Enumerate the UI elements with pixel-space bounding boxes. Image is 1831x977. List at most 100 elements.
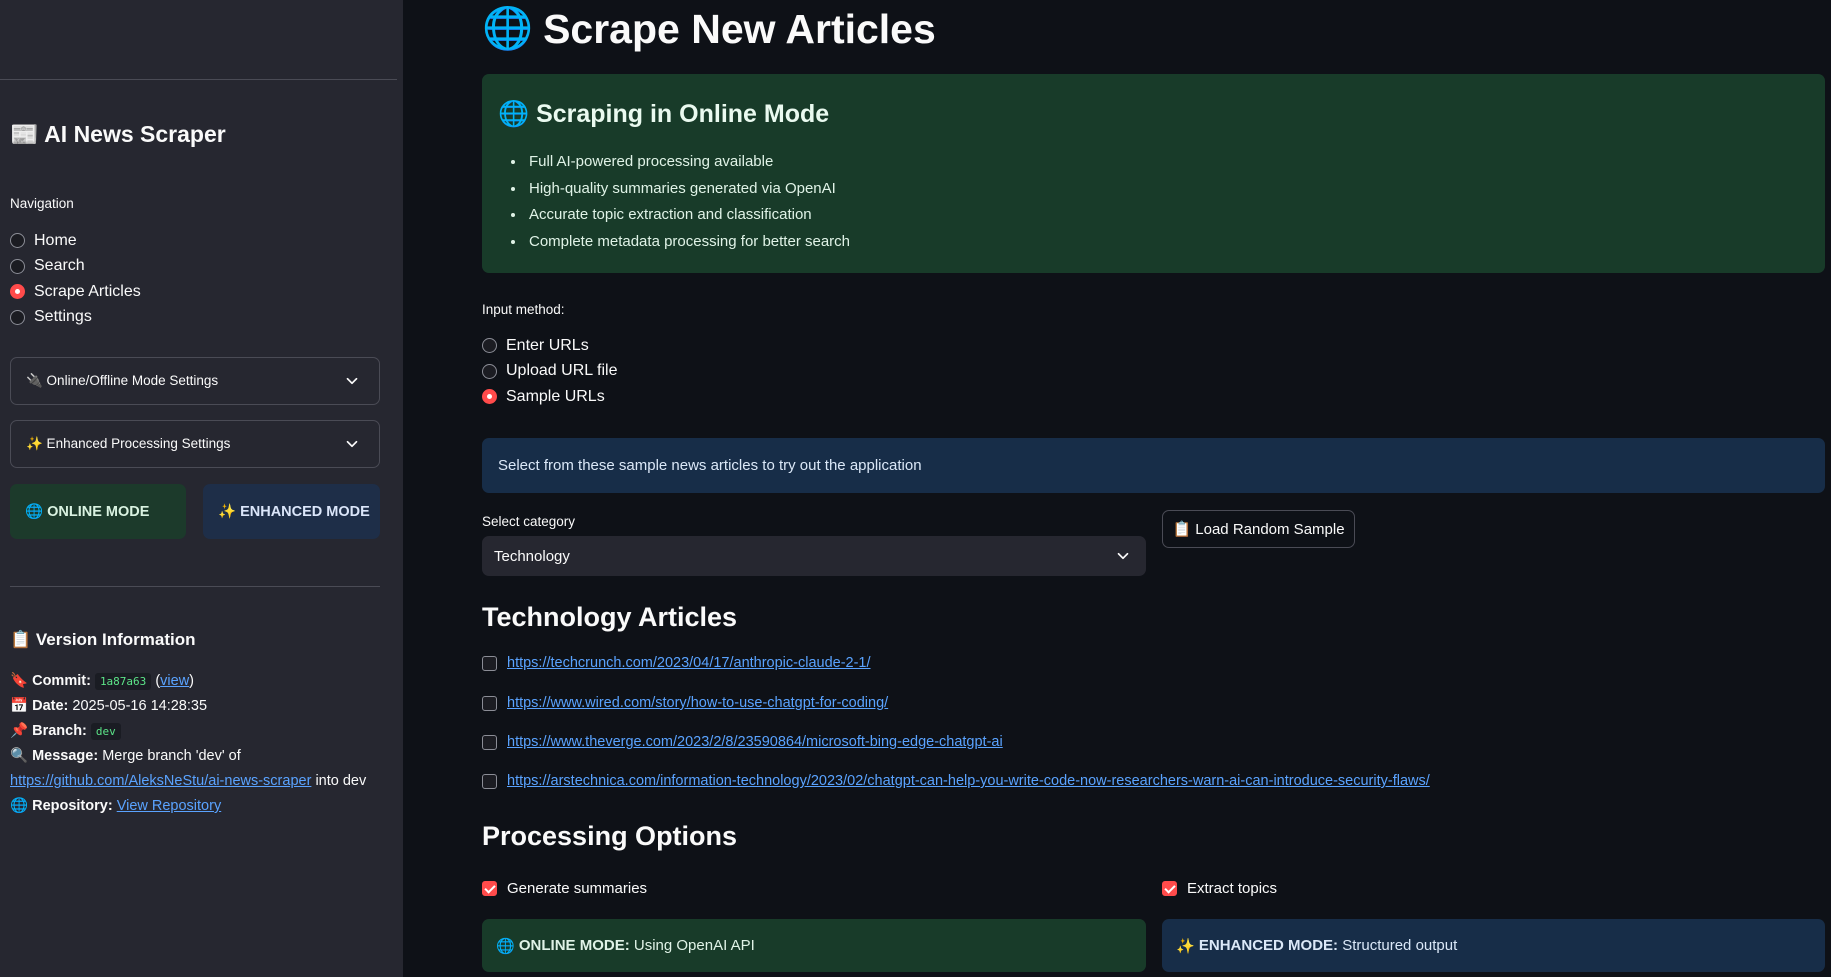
date-row: 📅 Date: 2025-05-16 14:28:35 [10, 694, 400, 719]
article-link[interactable]: https://techcrunch.com/2023/04/17/anthro… [507, 655, 871, 671]
article-link[interactable]: https://www.wired.com/story/how-to-use-c… [507, 695, 888, 711]
version-info-title: 📋 Version Information [10, 630, 196, 649]
input-method-sample-urls[interactable]: Sample URLs [482, 384, 617, 410]
radio-selected-icon [482, 389, 497, 405]
article-link[interactable]: https://www.theverge.com/2023/2/8/235908… [507, 734, 1003, 750]
page-title-text: Scrape New Articles [543, 5, 936, 52]
message-repo-link[interactable]: https://github.com/AleksNeStu/ai-news-sc… [10, 773, 311, 789]
status-label: ENHANCED MODE: [1198, 937, 1339, 954]
nav-item-label: Scrape Articles [34, 282, 141, 300]
pushpin-icon: 📌 [10, 723, 29, 739]
extract-topics-checkbox[interactable]: Extract topics [1162, 880, 1277, 897]
page-title: 🌐 Scrape New Articles [482, 5, 936, 53]
message-value: Merge branch 'dev' of [102, 748, 241, 764]
online-mode-heading: 🌐 Scraping in Online Mode [498, 100, 830, 128]
category-label: Select category [482, 514, 576, 529]
enhanced-processing-settings-expander[interactable]: ✨ Enhanced Processing Settings [10, 420, 380, 468]
online-mode-status: 🌐 ONLINE MODE: Using OpenAI API [482, 919, 1146, 972]
input-method-label: Input method: [482, 302, 565, 317]
date-label: Date: [32, 698, 69, 714]
enhanced-mode-status: ✨ ENHANCED MODE: Structured output [1162, 919, 1825, 972]
commit-row: 🔖 Commit: 1a87a63 (view) [10, 673, 195, 690]
input-method-upload-url-file[interactable]: Upload URL file [482, 359, 617, 385]
article-link[interactable]: https://arstechnica.com/information-tech… [507, 773, 1430, 789]
branch-label: Branch: [32, 723, 87, 739]
nav-item-search[interactable]: Search [10, 254, 141, 280]
chevron-down-icon [346, 377, 358, 385]
article-checkbox-row[interactable]: https://techcrunch.com/2023/04/17/anthro… [482, 655, 871, 671]
globe-icon: 🌐 [496, 937, 515, 955]
nav-item-label: Search [34, 257, 85, 275]
online-mode-bullets: Full AI-powered processing available Hig… [526, 152, 850, 258]
online-mode-badge: 🌐 ONLINE MODE [10, 484, 186, 539]
checkbox-icon [482, 695, 497, 711]
bookmark-icon: 🔖 [10, 673, 29, 689]
globe-icon: 🌐 [482, 5, 534, 51]
article-checkbox-row[interactable]: https://arstechnica.com/information-tech… [482, 773, 1430, 789]
sidebar: 📰 AI News Scraper Navigation Home Search… [0, 0, 403, 977]
article-checkbox-row[interactable]: https://www.wired.com/story/how-to-use-c… [482, 695, 888, 711]
bullet-item: High-quality summaries generated via Ope… [526, 179, 850, 206]
radio-label: Upload URL file [506, 362, 618, 380]
repository-row: 🌐 Repository: View Repository [10, 794, 400, 819]
globe-icon: 🌐 [10, 798, 29, 814]
radio-icon [10, 233, 25, 249]
nav-item-label: Home [34, 231, 77, 249]
sidebar-title: 📰 AI News Scraper [10, 121, 226, 147]
radio-selected-icon [10, 284, 25, 300]
view-repository-link[interactable]: View Repository [117, 798, 222, 814]
status-text: Using OpenAI API [633, 937, 755, 954]
category-selected-value: Technology [494, 547, 570, 565]
navigation-label: Navigation [10, 196, 74, 211]
commit-hash: 1a87a63 [94, 673, 152, 690]
sidebar-divider [0, 79, 397, 80]
commit-view-link[interactable]: view [160, 673, 189, 689]
checkbox-checked-icon [1162, 881, 1177, 896]
expander-label: ✨ Enhanced Processing Settings [26, 436, 231, 451]
branch-row: 📌 Branch: dev [10, 719, 400, 744]
checkbox-label: Generate summaries [507, 880, 648, 897]
article-checkbox-row[interactable]: https://www.theverge.com/2023/2/8/235908… [482, 734, 1003, 750]
status-text: Structured output [1342, 937, 1458, 954]
load-random-sample-button[interactable]: 📋 Load Random Sample [1162, 510, 1355, 548]
checkbox-icon [482, 773, 497, 789]
nav-item-settings[interactable]: Settings [10, 305, 141, 331]
nav-item-label: Settings [34, 308, 92, 326]
radio-icon [482, 363, 497, 379]
input-method-enter-urls[interactable]: Enter URLs [482, 333, 617, 359]
online-mode-info-box: 🌐 Scraping in Online Mode Full AI-powere… [482, 74, 1825, 273]
date-value: 2025-05-16 14:28:35 [72, 698, 208, 714]
version-info-list: 🔖 Commit: 1a87a63 (view) 📅 Date: 2025-05… [10, 669, 400, 819]
message-row: 🔍 Message: Merge branch 'dev' of https:/… [10, 744, 400, 794]
online-offline-settings-expander[interactable]: 🔌 Online/Offline Mode Settings [10, 357, 380, 405]
radio-icon [10, 258, 25, 274]
checkbox-checked-icon [482, 881, 497, 896]
checkbox-label: Extract topics [1187, 880, 1278, 897]
category-select[interactable]: Technology [482, 536, 1146, 576]
bullet-item: Full AI-powered processing available [526, 152, 850, 179]
nav-item-home[interactable]: Home [10, 228, 141, 254]
sparkles-icon: ✨ [1176, 937, 1195, 955]
nav-item-scrape-articles[interactable]: Scrape Articles [10, 279, 141, 305]
message-suffix: into dev [315, 773, 367, 789]
expander-label: 🔌 Online/Offline Mode Settings [26, 373, 219, 388]
input-method-radio-group: Enter URLs Upload URL file Sample URLs [482, 333, 617, 410]
commit-label: Commit: [32, 673, 91, 689]
sample-info-alert: Select from these sample news articles t… [482, 438, 1825, 493]
checkbox-icon [482, 655, 497, 671]
generate-summaries-checkbox[interactable]: Generate summaries [482, 880, 647, 897]
message-label: Message: [32, 748, 99, 764]
navigation-radio-group: Home Search Scrape Articles Settings [10, 228, 141, 330]
calendar-icon: 📅 [10, 698, 29, 714]
branch-value: dev [90, 723, 121, 740]
checkbox-icon [482, 734, 497, 750]
status-label: ONLINE MODE: [518, 937, 630, 954]
radio-icon [482, 338, 497, 354]
sidebar-divider [10, 586, 380, 587]
bullet-item: Complete metadata processing for better … [526, 232, 850, 259]
technology-articles-heading: Technology Articles [482, 602, 738, 632]
radio-icon [10, 309, 25, 325]
radio-label: Sample URLs [506, 387, 605, 405]
enhanced-mode-badge: ✨ ENHANCED MODE [203, 484, 380, 539]
magnifier-icon: 🔍 [10, 748, 29, 764]
